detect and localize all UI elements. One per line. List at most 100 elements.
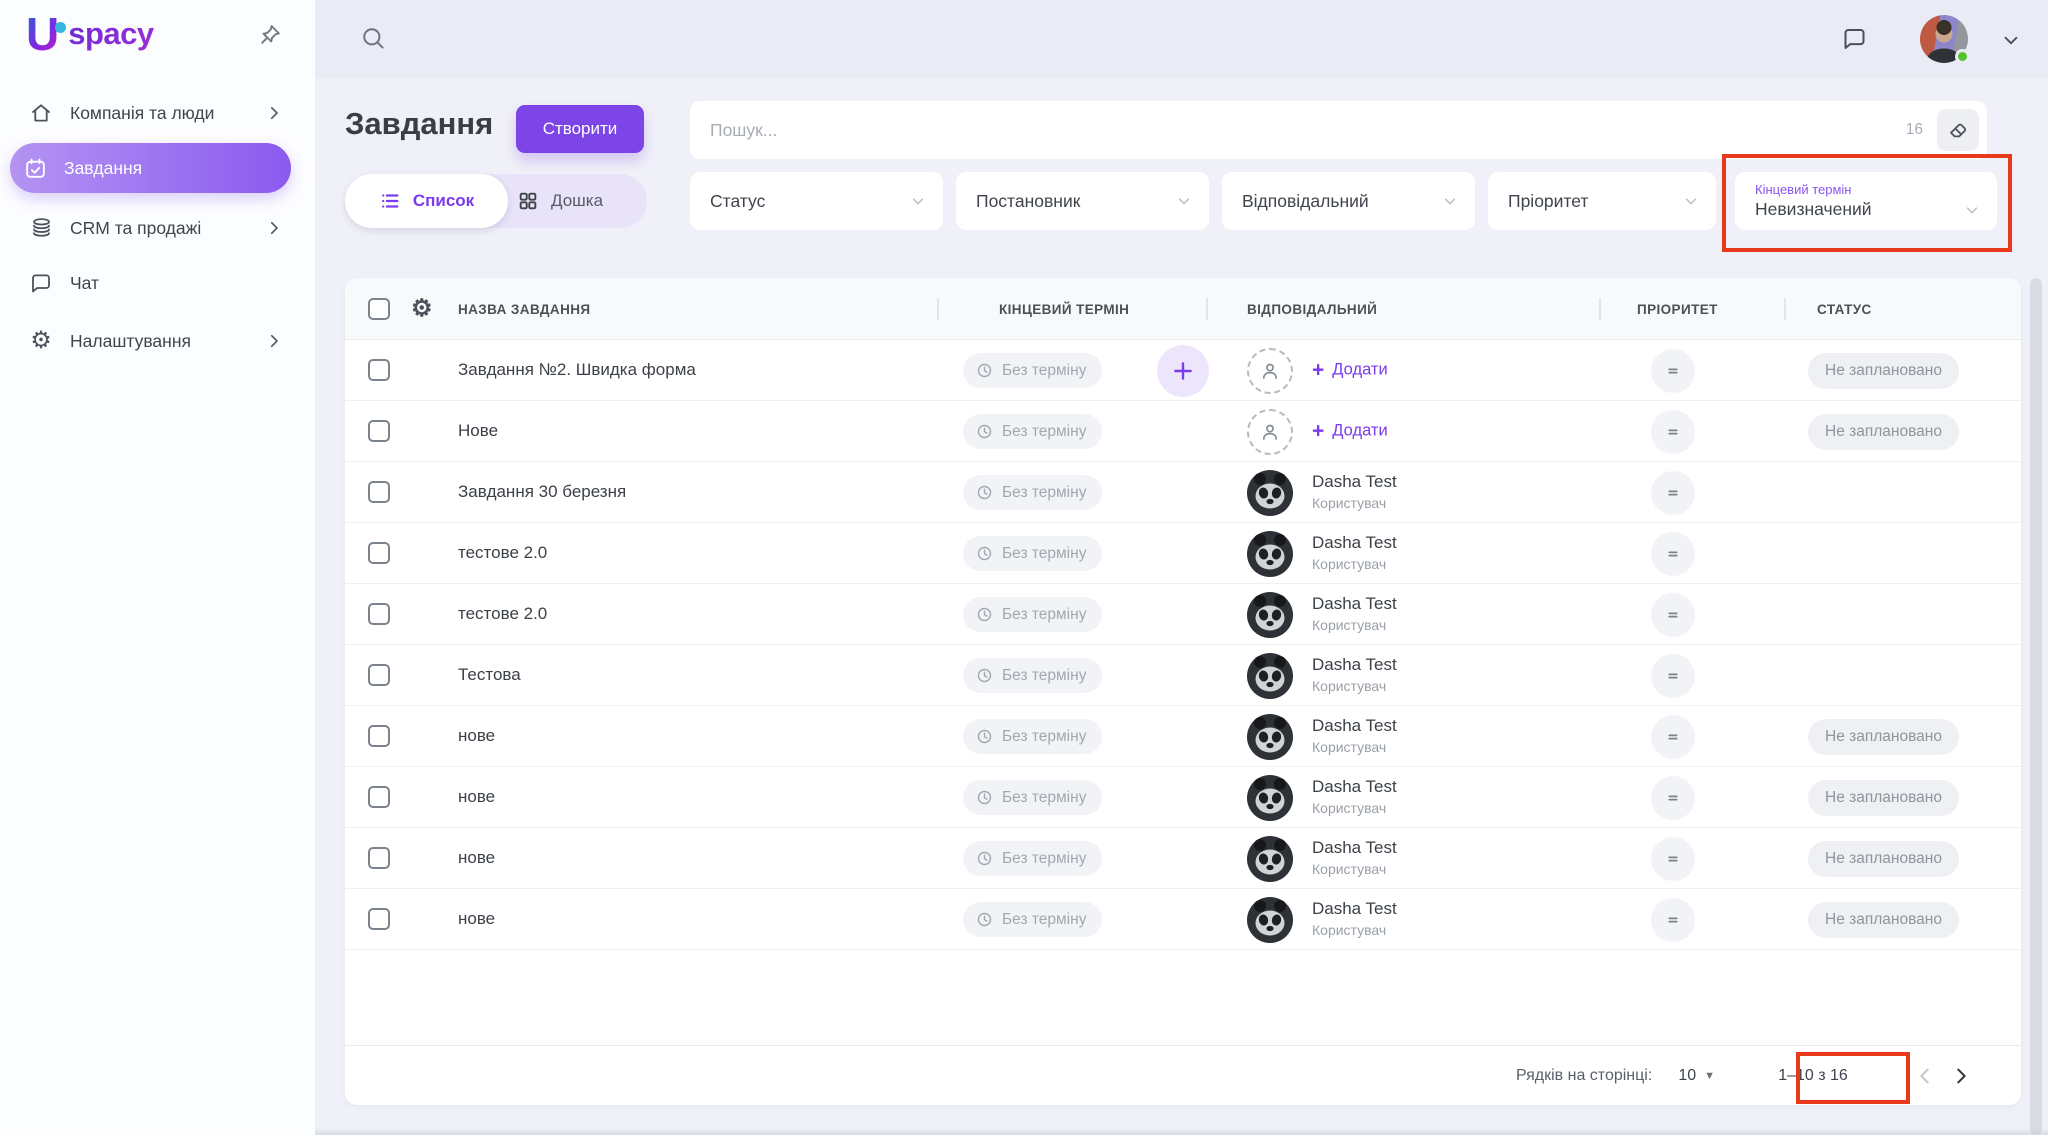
empty-avatar-icon[interactable] [1247,348,1293,394]
add-responsible-link[interactable]: + Додати [1312,360,1388,381]
eraser-icon[interactable] [1937,109,1979,151]
panda-avatar[interactable] [1247,836,1293,882]
column-header-deadline[interactable]: КІНЦЕВИЙ ТЕРМІН [999,278,1129,340]
tab-label: Список [413,191,474,211]
next-page-button[interactable] [1943,1058,1979,1094]
vertical-scrollbar[interactable] [2030,278,2042,1135]
task-search-box: 16 [690,101,1987,159]
add-responsible-link[interactable]: + Додати [1312,421,1388,442]
task-name[interactable]: нове [458,787,495,807]
sidebar-item-crm[interactable]: CRM та продажі [16,206,299,250]
due-date-pill[interactable]: Без терміну [963,658,1102,693]
list-icon [379,190,401,212]
table-row: нове Без терміну Dasha Test Користувач [345,767,2021,828]
column-header-responsible[interactable]: ВІДПОВІДАЛЬНИЙ [1247,278,1377,340]
row-checkbox[interactable] [368,542,390,564]
row-checkbox[interactable] [368,908,390,930]
row-checkbox[interactable] [368,481,390,503]
table-row: тестове 2.0 Без терміну Dasha Test Корис… [345,584,2021,645]
rows-per-page-select[interactable]: 10 ▼ [1678,1067,1715,1085]
search-icon[interactable] [359,24,387,52]
row-checkbox[interactable] [368,603,390,625]
sidebar-item-chat[interactable]: Чат [16,261,299,305]
tab-list-view[interactable]: Список [345,174,508,228]
tab-board-view[interactable]: Дошка [517,174,643,228]
column-header-priority[interactable]: ПРІОРИТЕТ [1637,278,1718,340]
task-name[interactable]: тестове 2.0 [458,543,547,563]
row-checkbox[interactable] [368,359,390,381]
due-date-pill[interactable]: Без терміну [963,353,1102,388]
due-date-pill[interactable]: Без терміну [963,536,1102,571]
task-name[interactable]: нове [458,848,495,868]
due-date-pill[interactable]: Без терміну [963,719,1102,754]
panda-avatar[interactable] [1247,714,1293,760]
priority-normal-icon[interactable] [1651,593,1695,637]
panda-avatar[interactable] [1247,653,1293,699]
priority-normal-icon[interactable] [1651,898,1695,942]
priority-normal-icon[interactable] [1651,654,1695,698]
user-avatar[interactable] [1920,15,1968,63]
search-input[interactable] [710,120,1892,141]
priority-normal-icon[interactable] [1651,715,1695,759]
panda-avatar[interactable] [1247,470,1293,516]
responsible-name[interactable]: Dasha Test [1312,655,1397,675]
due-date-pill[interactable]: Без терміну [963,902,1102,937]
priority-normal-icon[interactable] [1651,532,1695,576]
due-date-pill[interactable]: Без терміну [963,475,1102,510]
row-checkbox[interactable] [368,847,390,869]
chat-icon [28,270,54,296]
empty-avatar-icon[interactable] [1247,409,1293,455]
panda-avatar[interactable] [1247,531,1293,577]
row-checkbox[interactable] [368,786,390,808]
filter-priority[interactable]: Пріоритет [1488,172,1716,230]
task-name[interactable]: нове [458,909,495,929]
task-name[interactable]: тестове 2.0 [458,604,547,624]
row-checkbox[interactable] [368,664,390,686]
filter-responsible[interactable]: Відповідальний [1222,172,1475,230]
task-name[interactable]: Тестова [458,665,521,685]
responsible-name[interactable]: Dasha Test [1312,472,1397,492]
column-header-name[interactable]: НАЗВА ЗАВДАННЯ [458,278,590,340]
responsible-name[interactable]: Dasha Test [1312,777,1397,797]
due-date-pill[interactable]: Без терміну [963,841,1102,876]
task-name[interactable]: Нове [458,421,498,441]
priority-normal-icon[interactable] [1651,349,1695,393]
chevron-down-icon[interactable] [2000,29,2022,51]
pin-icon[interactable] [257,22,283,48]
sidebar-item-company[interactable]: Компанія та люди [16,91,299,135]
due-date-pill[interactable]: Без терміну [963,414,1102,449]
filter-status[interactable]: Статус [690,172,943,230]
task-name[interactable]: Завдання №2. Швидка форма [458,360,696,380]
responsible-name[interactable]: Dasha Test [1312,594,1397,614]
panda-avatar[interactable] [1247,592,1293,638]
responsible-name[interactable]: Dasha Test [1312,716,1397,736]
responsible-name[interactable]: Dasha Test [1312,838,1397,858]
panda-avatar[interactable] [1247,775,1293,821]
filter-deadline[interactable]: Кінцевий термін Невизначений [1735,172,1997,230]
sidebar-item-tasks[interactable]: Завдання [10,143,291,193]
due-date-pill[interactable]: Без терміну [963,780,1102,815]
priority-normal-icon[interactable] [1651,410,1695,454]
task-name[interactable]: Завдання 30 березня [458,482,626,502]
task-name[interactable]: нове [458,726,495,746]
previous-page-button[interactable] [1907,1058,1943,1094]
due-date-pill[interactable]: Без терміну [963,597,1102,632]
table-settings-gear-icon[interactable]: ⚙ [411,297,433,321]
chat-bubble-icon[interactable] [1841,25,1868,52]
column-header-status[interactable]: СТАТУС [1817,278,1872,340]
priority-normal-icon[interactable] [1651,837,1695,881]
quick-add-button[interactable] [1157,345,1209,397]
create-button[interactable]: Створити [516,105,644,153]
sidebar-item-settings[interactable]: ⚙ Налаштування [16,319,299,363]
row-checkbox[interactable] [368,725,390,747]
responsible-name[interactable]: Dasha Test [1312,533,1397,553]
select-all-checkbox[interactable] [368,298,390,320]
filter-author[interactable]: Постановник [956,172,1209,230]
responsible-name[interactable]: Dasha Test [1312,899,1397,919]
uspacy-logo[interactable]: U spacy [26,14,154,55]
panda-avatar[interactable] [1247,897,1293,943]
filter-label: Кінцевий термін [1755,182,1981,197]
row-checkbox[interactable] [368,420,390,442]
priority-normal-icon[interactable] [1651,471,1695,515]
priority-normal-icon[interactable] [1651,776,1695,820]
